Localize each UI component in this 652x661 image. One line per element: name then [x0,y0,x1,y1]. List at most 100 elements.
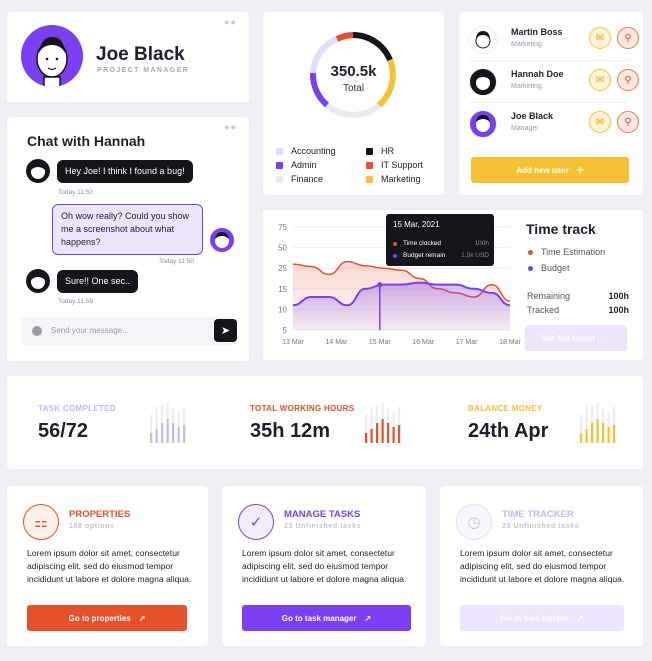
spark-bar [602,423,605,443]
time-track-title: Time track [526,221,596,237]
user-role: Marketing [511,41,542,48]
go-to-task-manager-button[interactable]: Go to task manager ↗ [242,605,411,631]
bar-sparkline [150,403,186,443]
x-tick-label: 14 Mar [326,339,348,346]
spark-bar [365,433,368,443]
user-row[interactable]: Martin Boss Marketing ✉ ⚲ [469,20,639,60]
card-subtitle: 23 Unfinished tasks [284,523,362,530]
more-icon[interactable]: ●● [224,123,237,132]
y-tick-label: 15 [278,285,287,294]
add-user-button[interactable]: Add new user + [471,157,629,183]
spark-bar [155,429,158,443]
button-label: Go to time tracker [500,613,569,623]
user-name: Joe Black [511,111,554,121]
avatar [469,26,497,54]
bar-sparkline [580,403,616,443]
mail-button[interactable]: ✉ [589,69,611,91]
send-button[interactable]: ➤ [214,319,237,342]
smiley-icon[interactable] [32,326,42,336]
edit-button[interactable]: ⚲ [617,111,639,133]
legend-item: Admin [276,160,317,170]
key-icon: ⚲ [624,32,632,44]
spark-bar [376,423,379,443]
spark-bar [613,425,616,443]
divider [469,102,629,103]
arrow-up-right-icon: ↗ [364,613,372,623]
y-tick-label: 25 [278,264,287,273]
spark-bar [580,433,583,443]
y-tick-label: 5 [283,326,288,335]
divider [469,60,629,61]
x-tick-label: 18 Mar [499,339,521,346]
avatar [210,228,234,252]
spark-bar [387,423,390,443]
x-tick-label: 15 Mar [369,339,391,346]
chat-card: ●● Chat with Hannah Hey Joe! I think I f… [7,117,249,361]
donut-label: Total [342,83,365,94]
tooltip-date: 15 Mar, 2021 [393,220,440,229]
user-row[interactable]: Hannah Doe Marketing ✉ ⚲ [469,62,639,102]
spark-bar [381,419,384,443]
arrow-up-right-icon: ↗ [138,613,146,623]
profile-role: PROJECT MANAGER [97,67,190,74]
user-name: Hannah Doe [511,69,564,79]
x-tick-label: 17 Mar [456,339,478,346]
spark-bar [161,423,164,443]
message-placeholder: Send your message... [51,326,129,335]
button-label: Go to task manager [281,613,357,623]
card-subtitle: 158 options [69,523,115,530]
legend-item: Accounting [276,146,336,156]
go-to-time-tracker-button[interactable]: Go to time tracker ↗ [460,605,624,631]
stat-value: 56/72 [38,420,89,442]
check-badge-icon: ✓ [238,504,274,540]
mail-button[interactable]: ✉ [589,111,611,133]
arrow-up-right-icon: ↗ [576,613,584,623]
plus-icon: + [576,163,584,177]
card-body: Lorem ipsum dolor sit amet, consectetur … [460,548,625,584]
user-role: Manager [511,125,539,132]
spark-bar [166,419,169,443]
card-title: PROPERTIES [69,509,131,520]
spark-bar [585,429,588,443]
key-icon: ⚲ [624,116,632,128]
chat-message: Hey Joe! I think I found a bug! [57,160,193,183]
key-icon: ⚲ [624,74,632,86]
legend-item: HR [366,146,394,156]
user-row[interactable]: Joe Black Manager ✉ ⚲ [469,104,639,144]
tooltip-row: Time clocked 100h [393,240,489,247]
profile-name: Joe Black [96,44,185,65]
users-card: Martin Boss Marketing ✉ ⚲ Hannah Doe Mar… [459,12,643,195]
add-user-label: Add new user [516,165,569,175]
legend-item: Marketing [366,174,421,184]
spark-bar [591,423,594,443]
go-to-properties-button[interactable]: Go to properties ↗ [27,605,187,631]
donut-value: 350.5k [330,63,377,80]
full-report-button[interactable]: See full report → [525,325,627,351]
stat-label: TOTAL WORKING HOURS [250,404,355,413]
spark-bar [392,427,395,443]
message-time: Today 11:59 [58,298,93,305]
bar-sparkline [365,403,401,443]
donut-card: 350.5k Total Accounting HR Admin IT Supp… [263,12,444,195]
arrow-right-icon: → [602,333,611,343]
edit-button[interactable]: ⚲ [617,69,639,91]
time-tracker-card: ◷ TIME TRACKER 23 Unfinished tasks Lorem… [440,486,643,646]
legend-item: Finance [276,174,323,184]
stat-label: TASK COMPLETED [38,404,116,413]
spark-bar [596,419,599,443]
send-icon: ➤ [220,325,231,337]
card-body: Lorem ipsum dolor sit amet, consectetur … [27,548,192,584]
chat-message: Sure!! One sec.. [57,270,139,293]
avatar[interactable] [21,25,83,87]
legend-item: Time Estimation [528,247,605,257]
message-input[interactable]: Send your message... ➤ [21,317,237,345]
mail-icon: ✉ [595,116,605,128]
mail-button[interactable]: ✉ [589,27,611,49]
edit-button[interactable]: ⚲ [617,27,639,49]
properties-icon: ⚏ [23,504,59,540]
legend-item: IT Support [366,160,423,170]
more-icon[interactable]: ●● [224,18,237,27]
spark-bar [150,433,153,443]
y-tick-label: 75 [278,223,287,232]
remaining-row: Remaining 100h [527,291,629,301]
